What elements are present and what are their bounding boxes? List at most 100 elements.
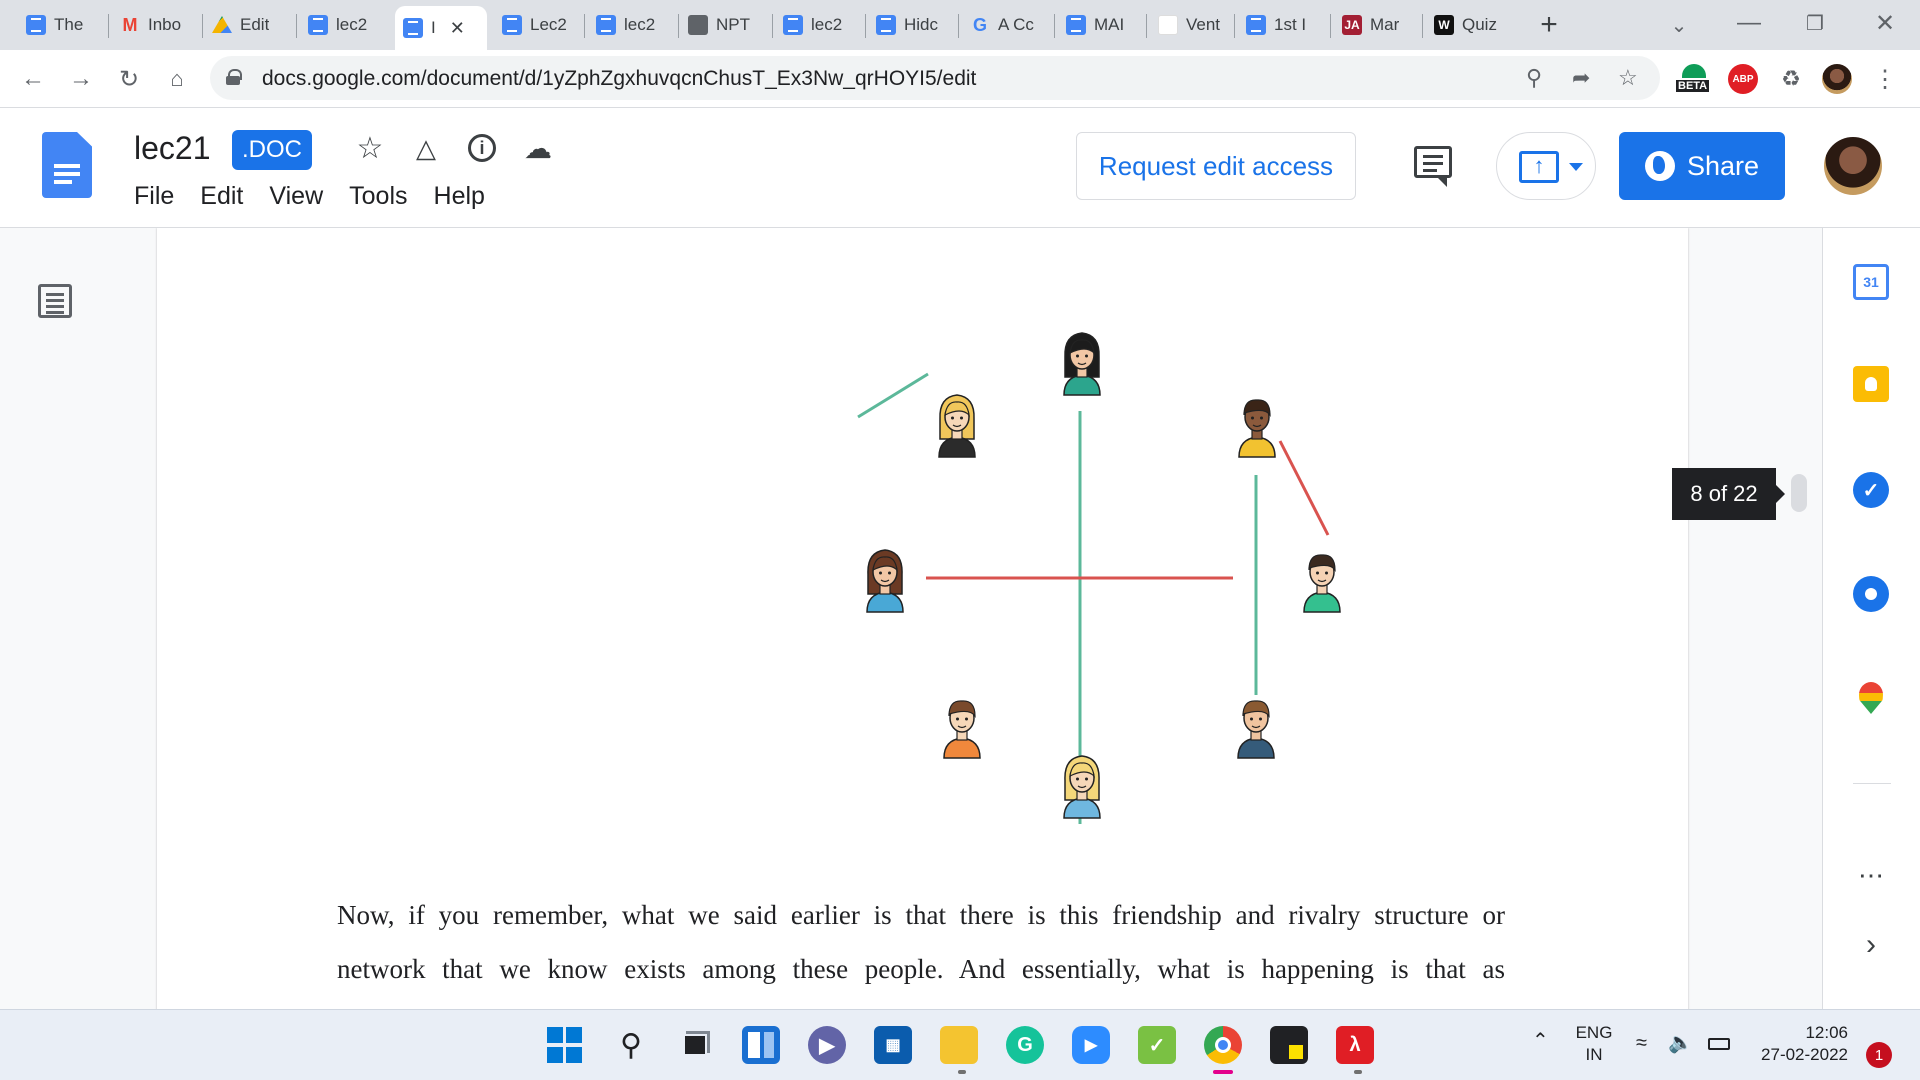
abp-badge: ABP (1732, 73, 1754, 85)
teams-chat-icon[interactable]: ▶ (808, 1026, 846, 1064)
browser-tab[interactable]: Lec2 (494, 8, 580, 42)
microsoft-store-icon[interactable]: ▦ (874, 1026, 912, 1064)
zoom-icon[interactable]: ⚲ (1526, 65, 1542, 91)
battery-icon[interactable] (1708, 1034, 1730, 1056)
restore-window-button[interactable]: ❐ (1800, 8, 1830, 38)
document-title[interactable]: lec21 (134, 130, 211, 167)
address-bar[interactable]: docs.google.com/document/d/1yZphZgxhuvqc… (210, 56, 1660, 100)
bookmark-star-icon[interactable]: ☆ (1618, 65, 1638, 91)
document-canvas: Now, if you remember, what we said earli… (0, 228, 1920, 1009)
tray-overflow-chevron-icon[interactable]: ⌃ (1532, 1030, 1549, 1052)
close-window-button[interactable]: ✕ (1870, 8, 1900, 38)
menu-help[interactable]: Help (434, 182, 485, 211)
menu-view[interactable]: View (269, 182, 323, 211)
browser-tab[interactable]: lec2 (300, 8, 388, 42)
url-text[interactable]: docs.google.com/document/d/1yZphZgxhuvqc… (262, 67, 976, 91)
zoom-app-icon[interactable]: ▶ (1072, 1026, 1110, 1064)
request-edit-access-button[interactable]: Request edit access (1076, 132, 1356, 200)
browser-tab[interactable]: W Quiz (1426, 8, 1512, 42)
person-avatar-icon (1237, 700, 1275, 759)
volume-icon[interactable]: 🔈 (1668, 1032, 1693, 1054)
file-explorer-icon[interactable] (940, 1026, 978, 1064)
tab-title: lec2 (811, 15, 843, 34)
acrobat-icon[interactable]: λ (1336, 1026, 1374, 1064)
tab-title: I (431, 18, 436, 37)
share-button[interactable]: Share (1619, 132, 1785, 200)
browser-tab[interactable]: The (18, 8, 104, 42)
tab-search-chevron-icon[interactable]: ⌄ (1664, 10, 1694, 40)
keep-icon[interactable] (1853, 366, 1889, 402)
vertical-scrollbar-thumb[interactable] (1791, 474, 1807, 512)
search-icon[interactable]: ⚲ (612, 1026, 650, 1064)
browser-tab[interactable]: M Inbo (112, 8, 198, 42)
task-view-icon[interactable] (676, 1026, 714, 1064)
cloud-status-icon[interactable]: ☁ (520, 130, 556, 166)
tab-separator (584, 14, 585, 38)
clock[interactable]: 12:06 27-02-2022 (1752, 1022, 1848, 1066)
tab-title: Inbo (148, 15, 182, 34)
comment-history-icon[interactable] (1414, 146, 1452, 187)
browser-tab[interactable]: G A Cc (962, 8, 1050, 42)
beta-extension-icon[interactable]: BETA (1676, 64, 1712, 94)
browser-menu-icon[interactable]: ⋮ (1870, 64, 1900, 94)
forward-arrow-icon[interactable]: → (66, 64, 96, 94)
wifi-icon[interactable]: ≈ (1636, 1032, 1647, 1054)
browser-tab[interactable]: JA Mar (1334, 8, 1418, 42)
browser-tab[interactable]: Hidc (868, 8, 954, 42)
docs-icon (783, 15, 803, 35)
menu-file[interactable]: File (134, 182, 174, 211)
sticky-notes-icon[interactable] (1270, 1026, 1308, 1064)
share-page-icon[interactable]: ➦ (1572, 65, 1590, 91)
input-language-indicator[interactable]: ENG IN (1572, 1022, 1616, 1066)
notification-badge[interactable]: 1 (1866, 1042, 1892, 1068)
running-indicator (958, 1070, 966, 1074)
present-button[interactable]: ↑ (1496, 132, 1596, 200)
expand-panel-chevron-icon[interactable]: › (1853, 928, 1889, 962)
reload-icon[interactable]: ↻ (114, 64, 144, 94)
add-shortcut-to-drive-icon[interactable]: △ (408, 130, 444, 166)
minimize-window-button[interactable]: — (1734, 8, 1764, 38)
adblock-extension-icon[interactable]: ABP (1728, 64, 1758, 94)
docs-logo-icon[interactable] (42, 132, 92, 198)
language-code: ENG (1575, 1023, 1613, 1042)
calendar-icon[interactable]: 31 (1853, 264, 1889, 300)
more-options-icon[interactable]: ⋯ (1853, 860, 1889, 891)
browser-tab[interactable]: NPT (680, 8, 768, 42)
tab-separator (678, 14, 679, 38)
friendship-rivalry-network-diagram (857, 332, 1341, 824)
tasks-icon[interactable]: ✓ (1853, 472, 1889, 508)
menu-tools[interactable]: Tools (349, 182, 407, 211)
widgets-icon[interactable] (742, 1026, 780, 1064)
windows-taskbar: ⚲ ▶ ▦ G ▶ ✓ λ ⌃ ENG IN ≈ 🔈 12:06 27-02-2… (0, 1009, 1920, 1080)
start-windows-icon[interactable] (545, 1026, 583, 1064)
browser-tab[interactable]: Edit (204, 8, 292, 42)
evernote-icon[interactable]: ✓ (1138, 1026, 1176, 1064)
browser-tab[interactable]: lec2 (775, 8, 861, 42)
document-details-icon[interactable]: i (464, 130, 500, 166)
tab-separator (772, 14, 773, 38)
maps-icon[interactable] (1859, 682, 1883, 714)
menu-edit[interactable]: Edit (200, 182, 243, 211)
tab-separator (1234, 14, 1235, 38)
tab-title: Hidc (904, 15, 939, 34)
drive-icon (212, 16, 232, 33)
browser-tab[interactable]: I ✕ (395, 6, 487, 50)
profile-avatar[interactable] (1822, 64, 1852, 94)
grammarly-icon[interactable]: G (1006, 1026, 1044, 1064)
close-tab-icon[interactable]: ✕ (450, 18, 465, 39)
back-arrow-icon[interactable]: ← (18, 64, 48, 94)
star-icon[interactable]: ☆ (352, 130, 388, 166)
browser-tab[interactable]: lec2 (588, 8, 674, 42)
lock-icon[interactable] (226, 69, 242, 85)
document-outline-icon[interactable] (38, 284, 72, 318)
account-avatar[interactable] (1824, 137, 1882, 195)
browser-tab[interactable]: 1st I (1238, 8, 1326, 42)
contacts-icon[interactable] (1853, 576, 1889, 612)
tab-separator (202, 14, 203, 38)
browser-tab[interactable]: Vent (1150, 8, 1230, 42)
extensions-puzzle-icon[interactable]: ♻ (1776, 64, 1806, 94)
new-tab-button[interactable]: + (1534, 8, 1564, 41)
browser-tab[interactable]: MAI (1058, 8, 1142, 42)
chrome-icon[interactable] (1204, 1026, 1242, 1064)
home-icon[interactable]: ⌂ (162, 64, 192, 94)
